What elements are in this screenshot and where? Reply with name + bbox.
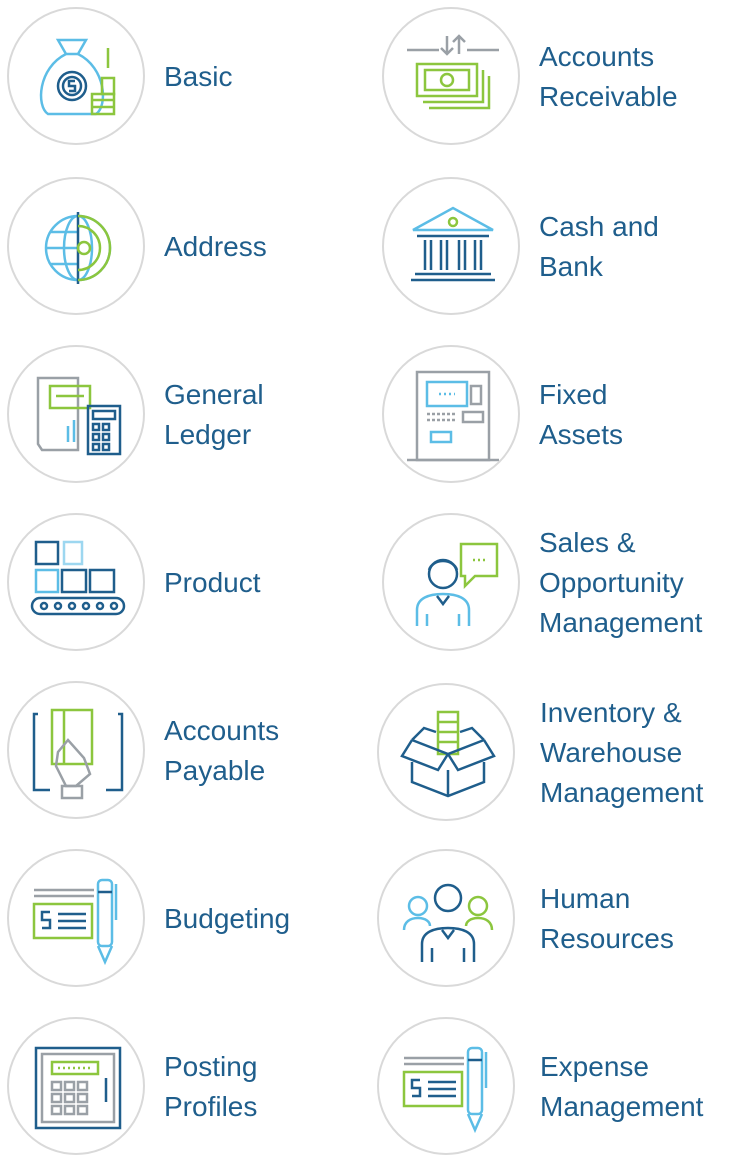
module-cash-and-bank[interactable]: Cash and Bank xyxy=(382,177,737,317)
icon-circle xyxy=(377,683,515,821)
module-label: Sales & Opportunity Management xyxy=(539,527,703,638)
module-human-resources[interactable]: Human Resources xyxy=(377,849,737,989)
module-label: Fixed Assets xyxy=(539,379,624,450)
icon-circle xyxy=(7,345,145,483)
money-bag-icon xyxy=(39,38,116,116)
icon-circle xyxy=(377,849,515,987)
module-label: Cash and Bank xyxy=(539,211,659,282)
module-posting-profiles[interactable]: Posting Profiles xyxy=(7,1017,367,1157)
module-label: General Ledger xyxy=(164,379,264,450)
expense-pen-icon xyxy=(402,1046,488,1134)
icon-circle xyxy=(382,345,520,483)
icon-circle xyxy=(7,513,145,651)
module-accounts-receivable[interactable]: Accounts Receivable xyxy=(382,7,737,147)
module-accounts-payable[interactable]: Accounts Payable xyxy=(7,681,367,821)
module-label: Expense Management xyxy=(540,1051,704,1122)
module-inventory-warehouse[interactable]: Inventory & Warehouse Management xyxy=(377,683,737,823)
hand-card-icon xyxy=(32,708,124,800)
module-label: Accounts Payable xyxy=(164,715,280,786)
safe-keypad-icon xyxy=(34,1046,122,1130)
module-label: Human Resources xyxy=(540,883,674,954)
module-fixed-assets[interactable]: Fixed Assets xyxy=(382,345,737,485)
icon-circle xyxy=(7,1017,145,1155)
icon-circle xyxy=(7,681,145,819)
ledger-calculator-icon xyxy=(36,376,122,456)
conveyor-boxes-icon xyxy=(30,540,126,616)
module-label: Accounts Receivable xyxy=(539,41,678,112)
module-product[interactable]: Product xyxy=(7,513,367,653)
icon-circle xyxy=(382,177,520,315)
module-label: Posting Profiles xyxy=(164,1051,258,1122)
open-box-icon xyxy=(400,710,496,798)
icon-circle xyxy=(7,849,145,987)
module-address[interactable]: Address xyxy=(7,177,367,317)
salesperson-chat-icon xyxy=(415,542,499,626)
icon-circle xyxy=(7,7,145,145)
module-label: Address xyxy=(164,231,267,262)
team-people-icon xyxy=(402,883,494,962)
budget-pen-icon xyxy=(32,878,118,966)
globe-gear-icon xyxy=(44,212,112,284)
module-budgeting[interactable]: Budgeting xyxy=(7,849,367,989)
bank-building-icon xyxy=(411,206,495,282)
icon-circle xyxy=(382,7,520,145)
icon-circle xyxy=(382,513,520,651)
module-sales-opportunity[interactable]: Sales & Opportunity Management xyxy=(382,513,737,653)
atm-machine-icon xyxy=(407,370,499,462)
module-basic[interactable]: Basic xyxy=(7,7,367,147)
icon-circle xyxy=(7,177,145,315)
module-label: Basic xyxy=(164,61,233,92)
icon-circle xyxy=(377,1017,515,1155)
cash-transfer-icon xyxy=(407,34,499,110)
module-label: Budgeting xyxy=(164,903,291,934)
module-label: Product xyxy=(164,567,261,598)
module-general-ledger[interactable]: General Ledger xyxy=(7,345,367,485)
module-label: Inventory & Warehouse Management xyxy=(540,697,704,808)
module-expense-management[interactable]: Expense Management xyxy=(377,1017,737,1157)
